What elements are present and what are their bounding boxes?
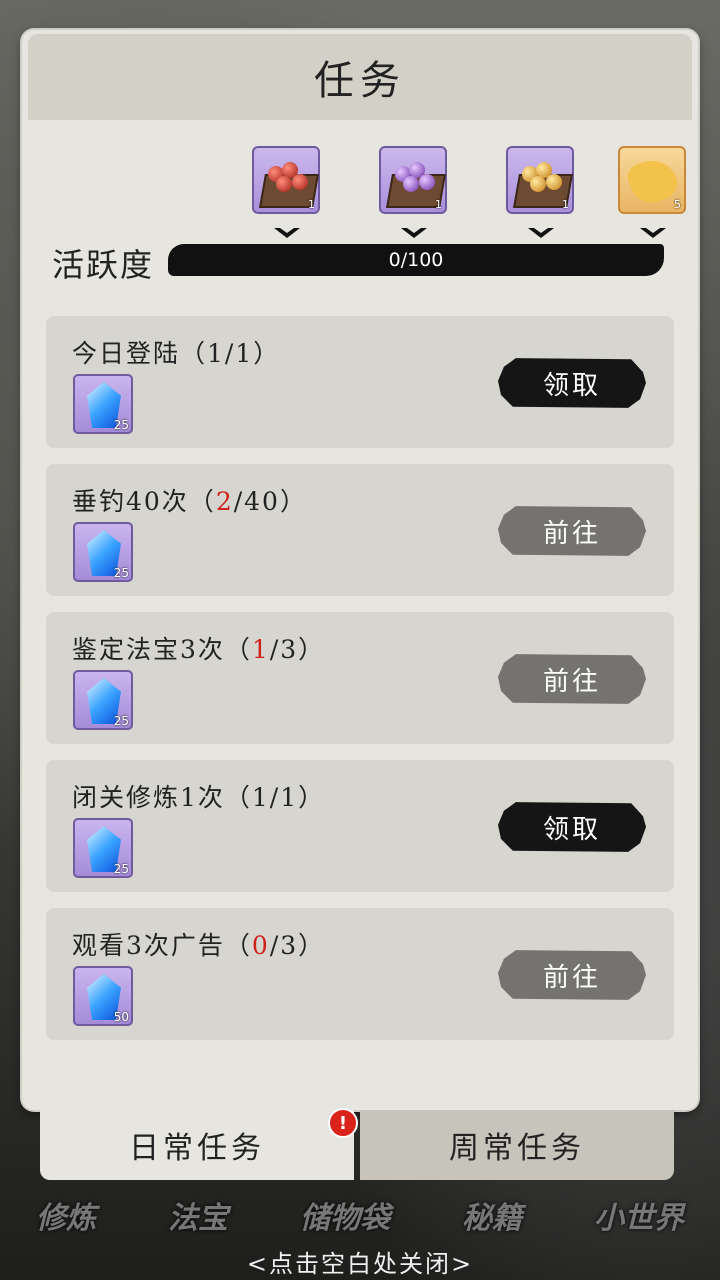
claim-button[interactable]: 领取 xyxy=(498,802,646,852)
tab-weekly-tasks[interactable]: 周常任务 xyxy=(360,1110,674,1180)
reward-count: 25 xyxy=(113,714,129,728)
activity-label: 活跃度 xyxy=(52,246,155,284)
nav-item-small-world[interactable]: 小世界 xyxy=(594,1193,684,1237)
task-progress: 0 xyxy=(251,931,270,960)
goto-button[interactable]: 前往 xyxy=(498,506,646,556)
nav-item-storage[interactable]: 储物袋 xyxy=(300,1193,390,1237)
blue-gem-icon[interactable]: 25 xyxy=(73,374,133,434)
panel-header: 任务 xyxy=(28,34,692,120)
chevron-down-icon xyxy=(640,228,666,238)
task-card: 观看3次广告（0/3） 50 前往 xyxy=(46,908,674,1040)
claim-button[interactable]: 领取 xyxy=(498,358,646,408)
chevron-down-icon xyxy=(274,228,300,238)
reward-count: 1 xyxy=(308,198,315,211)
task-title: 闭关修炼1次（1/1） xyxy=(72,783,326,812)
reward-count: 25 xyxy=(113,862,129,876)
goto-button[interactable]: 前往 xyxy=(498,950,646,1000)
reward-count: 5 xyxy=(674,198,681,211)
gold-orbs-tray-icon[interactable]: 1 xyxy=(506,146,574,214)
reward-count: 1 xyxy=(435,198,442,211)
alert-badge-icon: ! xyxy=(328,1108,358,1138)
reward-count: 25 xyxy=(113,418,129,432)
chevron-down-icon xyxy=(528,228,554,238)
reward-count: 50 xyxy=(113,1010,129,1024)
task-title: 今日登陆（1/1） xyxy=(72,339,281,368)
bottom-nav: 修炼 法宝 储物袋 秘籍 小世界 xyxy=(0,1180,720,1250)
task-progress: 2 xyxy=(215,487,234,516)
task-card: 垂钓40次（2/40） 25 前往 xyxy=(46,464,674,596)
task-card: 闭关修炼1次（1/1） 25 领取 xyxy=(46,760,674,892)
blue-gem-icon[interactable]: 25 xyxy=(73,670,133,730)
nav-item-manual[interactable]: 秘籍 xyxy=(462,1193,522,1237)
blue-gem-icon[interactable]: 25 xyxy=(73,522,133,582)
task-title: 鉴定法宝3次（1/3） xyxy=(72,635,326,664)
reward-count: 25 xyxy=(113,566,129,580)
nav-item-artifact[interactable]: 法宝 xyxy=(168,1193,228,1237)
page-title: 任务 xyxy=(314,58,406,104)
golden-scroll-icon[interactable]: 5 xyxy=(618,146,686,214)
task-card: 今日登陆（1/1） 25 领取 xyxy=(46,316,674,448)
nav-item-cultivation[interactable]: 修炼 xyxy=(36,1193,96,1237)
purple-orbs-tray-icon[interactable]: 1 xyxy=(379,146,447,214)
blue-gem-icon[interactable]: 50 xyxy=(73,966,133,1026)
goto-button[interactable]: 前往 xyxy=(498,654,646,704)
tab-daily-tasks[interactable]: 日常任务 xyxy=(40,1110,354,1180)
task-progress: 1 xyxy=(251,635,270,664)
task-title: 垂钓40次（2/40） xyxy=(72,487,307,516)
task-card: 鉴定法宝3次（1/3） 25 前往 xyxy=(46,612,674,744)
activity-progress-bar: 0/100 xyxy=(168,244,664,276)
red-orbs-tray-icon[interactable]: 1 xyxy=(252,146,320,214)
close-hint[interactable]: <点击空白处关闭> xyxy=(0,1244,720,1280)
task-title: 观看3次广告（0/3） xyxy=(72,931,326,960)
activity-value: 0/100 xyxy=(388,249,444,271)
chevron-down-icon xyxy=(401,228,427,238)
reward-count: 1 xyxy=(562,198,569,211)
task-panel: 任务 1 1 1 5 活跃度 0/100 今日登陆（1/1） 25 领取 垂钓4… xyxy=(22,30,698,1110)
blue-gem-icon[interactable]: 25 xyxy=(73,818,133,878)
